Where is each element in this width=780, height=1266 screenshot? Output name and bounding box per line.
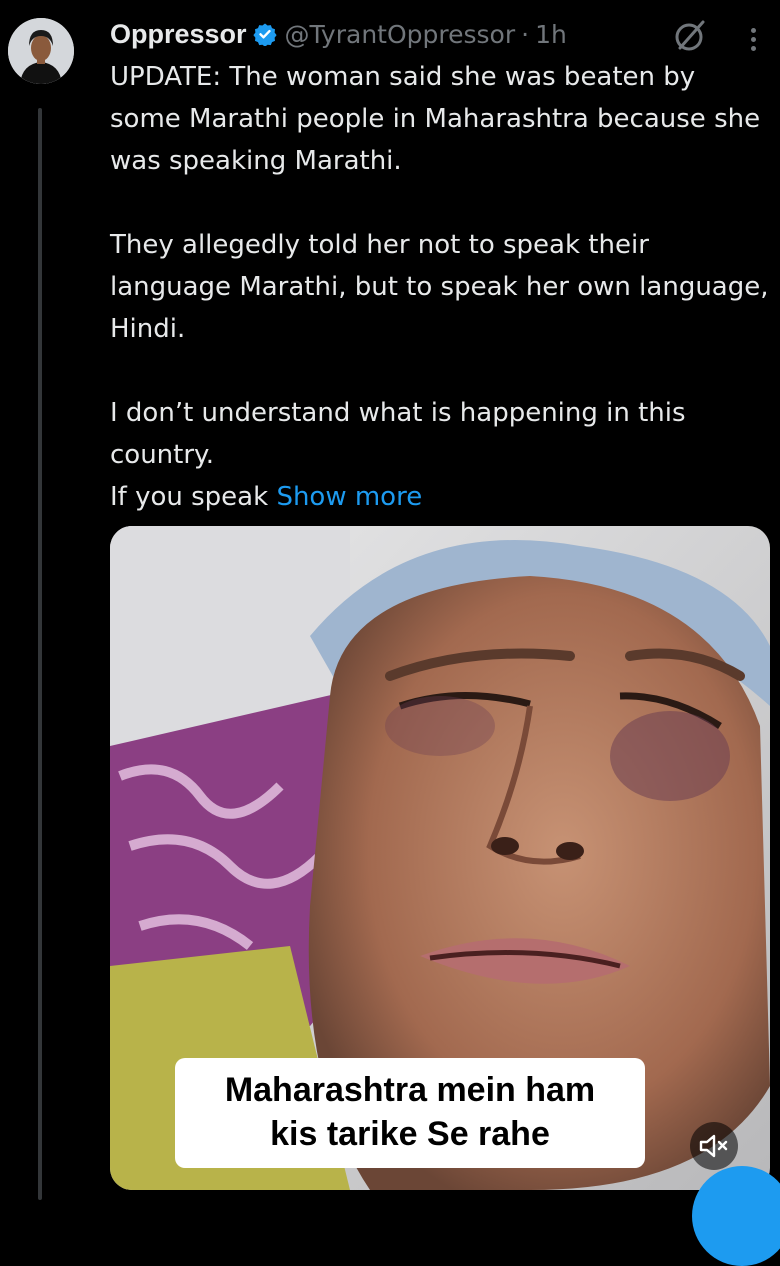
tweet-text: UPDATE: The woman said she was beaten by… — [110, 56, 770, 518]
tweet-paragraph: UPDATE: The woman said she was beaten by… — [110, 62, 761, 176]
tweet-paragraph: They allegedly told her not to speak the… — [110, 230, 769, 344]
author-handle[interactable]: @TyrantOppressor — [285, 20, 516, 49]
timestamp[interactable]: 1h — [535, 20, 567, 49]
speaker-muted-icon[interactable] — [690, 1122, 738, 1170]
video-media[interactable]: Maharashtra mein ham kis tarike Se rahe — [110, 526, 770, 1190]
tweet-header: Oppressor @TyrantOppressor · 1h — [110, 14, 567, 54]
tweet-truncated-text: If you speak — [110, 482, 269, 512]
avatar[interactable] — [8, 18, 74, 84]
caption-line-1: Maharashtra mein ham — [224, 1071, 596, 1109]
thread-line — [38, 108, 42, 1200]
tweet-paragraph: I don’t understand what is happening in … — [110, 398, 686, 470]
show-more-link[interactable]: Show more — [276, 482, 422, 512]
more-options-icon[interactable] — [738, 22, 768, 56]
tweet-paragraph-truncated: If you speak Show more — [110, 476, 770, 518]
verified-badge-icon — [252, 23, 277, 46]
grok-icon[interactable] — [672, 18, 708, 54]
separator-dot: · — [521, 19, 530, 49]
caption-line-2: kis tarike Se rahe — [270, 1115, 550, 1153]
author-display-name[interactable]: Oppressor — [110, 19, 247, 50]
video-caption: Maharashtra mein ham kis tarike Se rahe — [175, 1058, 645, 1168]
compose-button[interactable] — [692, 1166, 780, 1266]
